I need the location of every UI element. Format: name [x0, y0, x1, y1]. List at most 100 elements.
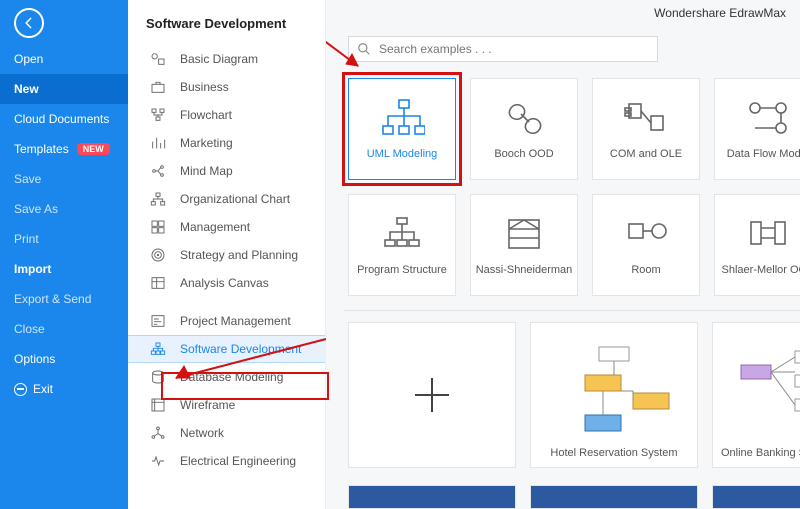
tile-glyph-icon — [501, 98, 547, 138]
uml-icon — [150, 341, 166, 357]
nav-item-label: Cloud Documents — [14, 112, 109, 126]
briefcase-icon — [150, 79, 166, 95]
plus-icon — [415, 378, 449, 412]
nav-item-import[interactable]: Import — [0, 254, 128, 284]
tile-label: COM and OLE — [610, 148, 682, 160]
nav-item-label: Close — [14, 322, 45, 336]
template-thumb — [721, 331, 800, 447]
category-strategy-and-planning[interactable]: Strategy and Planning — [128, 241, 325, 269]
arrow-left-icon — [22, 16, 36, 30]
tile-shlaer-mellor-ooa[interactable]: Shlaer-Mellor OOA — [714, 194, 800, 296]
nav-item-save-as[interactable]: Save As — [0, 194, 128, 224]
nav-item-print[interactable]: Print — [0, 224, 128, 254]
breadcrumb: Software Development — [128, 0, 325, 45]
tile-glyph-icon — [379, 214, 425, 254]
nav-item-new[interactable]: New — [0, 74, 128, 104]
tile-glyph-icon — [501, 214, 547, 254]
category-label: Flowchart — [180, 108, 232, 122]
mind-icon — [150, 163, 166, 179]
category-basic-diagram[interactable]: Basic Diagram — [128, 45, 325, 73]
brand-label: Wondershare EdrawMax — [654, 6, 786, 20]
nav-item-label: Options — [14, 352, 55, 366]
template-card[interactable]: Hotel Reservation System — [530, 322, 698, 468]
category-organizational-chart[interactable]: Organizational Chart — [128, 185, 325, 213]
template-blank[interactable] — [348, 322, 516, 468]
category-label: Strategy and Planning — [180, 248, 298, 262]
nav-item-cloud-documents[interactable]: Cloud Documents — [0, 104, 128, 134]
template-card[interactable] — [712, 485, 800, 509]
tile-glyph-icon — [623, 214, 669, 254]
template-card[interactable] — [530, 485, 698, 509]
diagram-thumb-icon — [731, 341, 800, 437]
search-box[interactable] — [348, 36, 658, 62]
category-label: Basic Diagram — [180, 52, 258, 66]
category-label: Database Modeling — [180, 370, 283, 384]
template-card[interactable] — [348, 485, 516, 509]
net-icon — [150, 425, 166, 441]
category-software-development[interactable]: Software Development — [128, 335, 325, 363]
tile-data-flow-model[interactable]: Data Flow Model — [714, 78, 800, 180]
tile-label: Data Flow Model — [727, 148, 800, 160]
category-label: Software Development — [180, 342, 301, 356]
tile-glyph-icon — [623, 98, 669, 138]
tile-label: UML Modeling — [367, 148, 438, 160]
tile-uml-modeling[interactable]: UML Modeling — [348, 78, 456, 180]
search-input[interactable] — [379, 42, 649, 56]
template-card[interactable]: Online Banking Sms Customer — [712, 322, 800, 468]
category-network[interactable]: Network — [128, 419, 325, 447]
category-label: Analysis Canvas — [180, 276, 269, 290]
nav-item-open[interactable]: Open — [0, 44, 128, 74]
category-business[interactable]: Business — [128, 73, 325, 101]
nav-item-options[interactable]: Options — [0, 344, 128, 374]
tile-booch-ood[interactable]: Booch OOD — [470, 78, 578, 180]
tile-nassi-shneiderman[interactable]: Nassi-Shneiderman — [470, 194, 578, 296]
category-label: Mind Map — [180, 164, 233, 178]
db-icon — [150, 369, 166, 385]
category-label: Network — [180, 426, 224, 440]
shapes-icon — [150, 51, 166, 67]
tile-label: Shlaer-Mellor OOA — [722, 264, 800, 276]
category-label: Management — [180, 220, 250, 234]
template-caption: Hotel Reservation System — [539, 447, 689, 459]
tile-room[interactable]: Room — [592, 194, 700, 296]
bars-icon — [150, 135, 166, 151]
category-label: Organizational Chart — [180, 192, 290, 206]
category-mind-map[interactable]: Mind Map — [128, 157, 325, 185]
nav-item-close[interactable]: Close — [0, 314, 128, 344]
tile-label: Nassi-Shneiderman — [476, 264, 573, 276]
back-button[interactable] — [14, 8, 44, 38]
tile-label: Booch OOD — [494, 148, 553, 160]
target-icon — [150, 247, 166, 263]
nav-item-label: Print — [14, 232, 39, 246]
nav-item-label: Save As — [14, 202, 58, 216]
file-nav-sidebar: Open New Cloud Documents TemplatesNEWSave Sa… — [0, 0, 128, 509]
category-wireframe[interactable]: Wireframe — [128, 391, 325, 419]
main-panel: Wondershare EdrawMax UML Modeling Booch O… — [326, 0, 800, 509]
category-analysis-canvas[interactable]: Analysis Canvas — [128, 269, 325, 297]
category-marketing[interactable]: Marketing — [128, 129, 325, 157]
category-project-management[interactable]: Project Management — [128, 307, 325, 335]
nav-item-label: Exit — [33, 382, 53, 396]
category-flowchart[interactable]: Flowchart — [128, 101, 325, 129]
nav-item-templates[interactable]: TemplatesNEW — [0, 134, 128, 164]
nav-item-label: Open — [14, 52, 43, 66]
category-management[interactable]: Management — [128, 213, 325, 241]
template-thumb — [539, 331, 689, 447]
diagram-thumb-icon — [549, 341, 679, 437]
category-label: Project Management — [180, 314, 291, 328]
category-label: Wireframe — [180, 398, 235, 412]
tile-com-and-ole[interactable]: COM and OLE — [592, 78, 700, 180]
tile-glyph-icon — [379, 98, 425, 138]
nav-item-export-send[interactable]: Export & Send — [0, 284, 128, 314]
category-electrical-engineering[interactable]: Electrical Engineering — [128, 447, 325, 475]
wire-icon — [150, 397, 166, 413]
category-label: Marketing — [180, 136, 233, 150]
org-icon — [150, 191, 166, 207]
tile-program-structure[interactable]: Program Structure — [348, 194, 456, 296]
nav-item-exit[interactable]: Exit — [0, 374, 128, 404]
tile-glyph-icon — [745, 98, 791, 138]
nav-item-label: New — [14, 82, 39, 96]
category-database-modeling[interactable]: Database Modeling — [128, 363, 325, 391]
tile-label: Program Structure — [357, 264, 447, 276]
nav-item-save[interactable]: Save — [0, 164, 128, 194]
